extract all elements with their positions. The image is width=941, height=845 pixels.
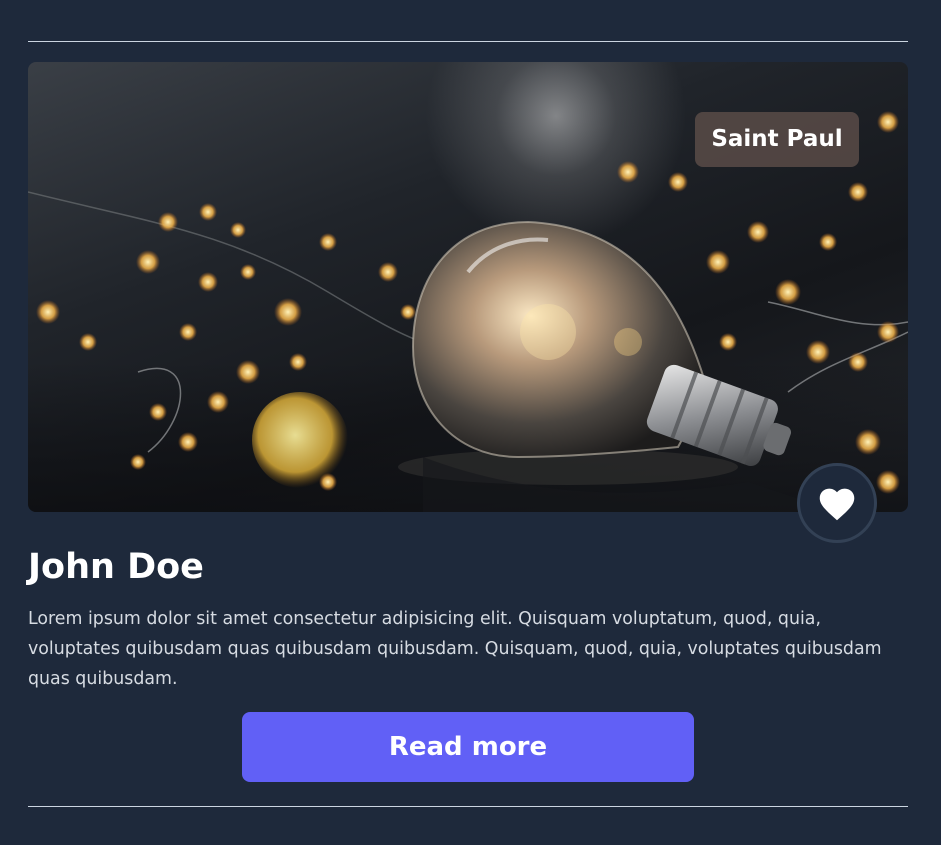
card-description: Lorem ipsum dolor sit amet consectetur a… [28, 609, 882, 689]
location-badge: Saint Paul [695, 112, 859, 167]
read-more-button[interactable]: Read more [242, 712, 694, 782]
like-button[interactable] [797, 463, 877, 543]
bottom-divider [28, 806, 908, 807]
card-title: John Doe [28, 547, 204, 587]
heart-icon [819, 488, 855, 521]
top-divider [28, 41, 908, 42]
